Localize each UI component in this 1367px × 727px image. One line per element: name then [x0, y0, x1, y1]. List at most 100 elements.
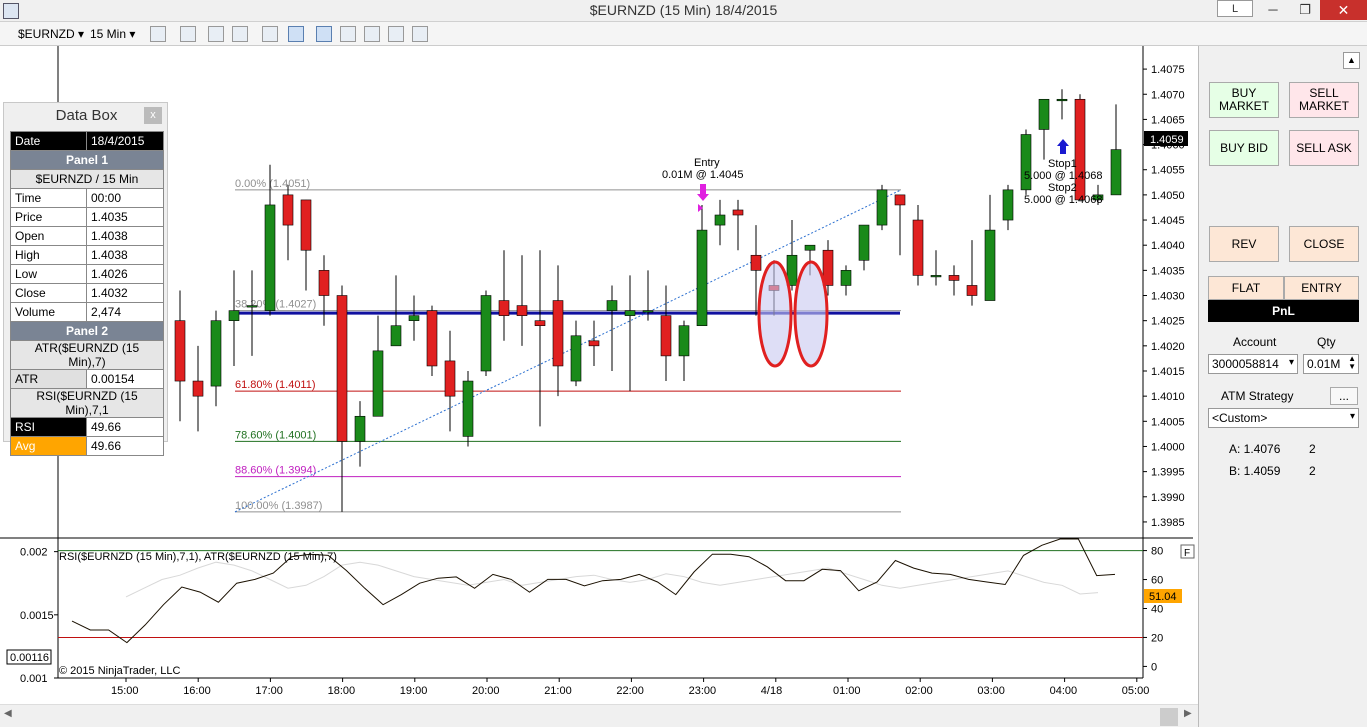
time-tick-label: 04:00: [1050, 685, 1078, 697]
flat-button[interactable]: FLAT: [1208, 276, 1284, 300]
data-box-close-button[interactable]: x: [144, 107, 162, 124]
entry-detail: 0.01M @ 1.4045: [662, 169, 744, 181]
price-tick-label: 1.4015: [1151, 366, 1185, 378]
buy-bid-button[interactable]: BUY BID: [1209, 130, 1279, 166]
bracket-b-label: B: 1.4059: [1229, 464, 1281, 478]
rev-button[interactable]: REV: [1209, 226, 1279, 262]
candle-body: [516, 305, 528, 316]
time-tick-label: 4/18: [761, 685, 782, 697]
candle-body: [858, 224, 870, 261]
candle-body: [840, 270, 852, 286]
price-tick-label: 1.4030: [1151, 291, 1185, 303]
candle-body: [390, 325, 402, 347]
close-icon[interactable]: ✕: [1320, 0, 1367, 20]
table-row: Close 1.4032: [10, 283, 164, 303]
candle-body: [894, 194, 906, 206]
rsi-series-label: RSI($EURNZD (15 Min),7,1: [10, 388, 164, 418]
horizontal-scrollbar[interactable]: ◀ ▶: [0, 704, 1198, 727]
candle-body: [534, 320, 546, 327]
table-row: Price 1.4035: [10, 207, 164, 227]
candle-body: [984, 229, 996, 301]
scroll-left-icon[interactable]: ◀: [4, 708, 12, 719]
chart-canvas[interactable]: 1.40751.40701.40651.40601.40551.40501.40…: [0, 46, 1198, 704]
row-value: 2,474: [86, 302, 164, 322]
minimize-icon[interactable]: ─: [1258, 0, 1288, 20]
table-row: Time 00:00: [10, 188, 164, 208]
stop-arrow-icon: [1057, 139, 1069, 154]
candle-body: [408, 315, 420, 321]
stop2-label: Stop2: [1048, 182, 1077, 194]
buy-market-button[interactable]: BUY MARKET: [1209, 82, 1279, 118]
table-row: Volume 2,474: [10, 302, 164, 322]
candle-body: [1002, 189, 1014, 221]
fib-label: 78.60% (1.4001): [235, 429, 316, 441]
atr-key: ATR: [10, 369, 87, 389]
candle-body: [282, 194, 294, 226]
candle-body: [678, 325, 690, 357]
candle-body: [1110, 149, 1122, 196]
time-tick-label: 22:00: [616, 685, 644, 697]
time-tick-label: 18:00: [328, 685, 356, 697]
chart-area[interactable]: 1.40751.40701.40651.40601.40551.40501.40…: [0, 46, 1198, 704]
candle-body: [264, 204, 276, 311]
stepper-arrows-icon[interactable]: ▲ ▼: [1348, 355, 1356, 371]
bracket-a-qty: 2: [1309, 442, 1316, 456]
entry-button[interactable]: ENTRY: [1284, 276, 1359, 300]
fib-label: 61.80% (1.4011): [235, 379, 316, 391]
f-button[interactable]: F: [1184, 548, 1190, 559]
instrument-selector[interactable]: $EURNZD ▾: [18, 25, 84, 43]
draw-tool-icon[interactable]: [180, 26, 196, 42]
atm-strategy-value: <Custom>: [1212, 411, 1268, 425]
chart-style-icon[interactable]: [150, 26, 166, 42]
sell-market-button[interactable]: SELL MARKET: [1289, 82, 1359, 118]
close-position-button[interactable]: CLOSE: [1289, 226, 1359, 262]
price-tick-label: 1.4020: [1151, 341, 1185, 353]
account-select[interactable]: 3000058814 ▾: [1208, 354, 1298, 374]
collapse-icon[interactable]: ▲: [1343, 52, 1360, 69]
cursor-icon[interactable]: [262, 26, 278, 42]
sell-ask-button[interactable]: SELL ASK: [1289, 130, 1359, 166]
atm-more-button[interactable]: ...: [1330, 387, 1358, 405]
row-value: 1.4038: [86, 245, 164, 265]
time-tick-label: 23:00: [689, 685, 717, 697]
candle-body: [336, 295, 348, 442]
interval-selector[interactable]: 15 Min ▾: [90, 25, 135, 43]
atm-strategy-select[interactable]: <Custom> ▾: [1208, 408, 1359, 428]
indicator-label: RSI($EURNZD (15 Min),7,1), ATR($EURNZD (…: [59, 551, 337, 563]
candle-body: [192, 380, 204, 397]
row-value: 00:00: [86, 188, 164, 208]
zoom-icon[interactable]: [288, 26, 304, 42]
atr-series-label: ATR($EURNZD (15 Min),7): [10, 340, 164, 370]
overlay-layer: [697, 139, 1069, 368]
rsi-value: 49.66: [86, 417, 164, 437]
price-tick-label: 1.3990: [1151, 492, 1185, 504]
highlight-ellipse: [757, 260, 793, 368]
pin-icon[interactable]: [208, 26, 224, 42]
scroll-right-icon[interactable]: ▶: [1184, 708, 1192, 719]
candle-body: [930, 275, 942, 278]
candle-body: [1038, 98, 1050, 130]
price-tick-label: 1.4040: [1151, 240, 1185, 252]
chart-toolbar: $EURNZD ▾ 15 Min ▾: [0, 22, 1367, 46]
template-icon[interactable]: [412, 26, 428, 42]
candle-body: [300, 199, 312, 251]
strategies-icon[interactable]: [364, 26, 380, 42]
qty-stepper[interactable]: 0.01M ▲ ▼: [1303, 354, 1359, 374]
row-key: Price: [10, 207, 87, 227]
atm-strategy-label: ATM Strategy: [1221, 389, 1294, 403]
data-box-table: Date 18/4/2015 Panel 1 $EURNZD / 15 Min …: [10, 131, 164, 456]
indicators-icon[interactable]: [340, 26, 356, 42]
qty-label: Qty: [1317, 335, 1336, 349]
time-tick-label: 20:00: [472, 685, 500, 697]
maximize-icon[interactable]: ❐: [1290, 0, 1320, 20]
scroll-thumb[interactable]: [1160, 708, 1178, 726]
data-box-icon[interactable]: [316, 26, 332, 42]
account-label: Account: [1233, 335, 1277, 349]
properties-icon[interactable]: [388, 26, 404, 42]
candle-body: [804, 244, 816, 251]
title-bar: $EURNZD (15 Min) 18/4/2015 L ─ ❐ ✕: [0, 0, 1367, 22]
entry-label: Entry: [694, 157, 720, 169]
link-button[interactable]: L: [1217, 0, 1253, 17]
crosshair-icon[interactable]: [232, 26, 248, 42]
data-box[interactable]: Data Box x Date 18/4/2015 Panel 1 $EURNZ…: [3, 102, 168, 456]
